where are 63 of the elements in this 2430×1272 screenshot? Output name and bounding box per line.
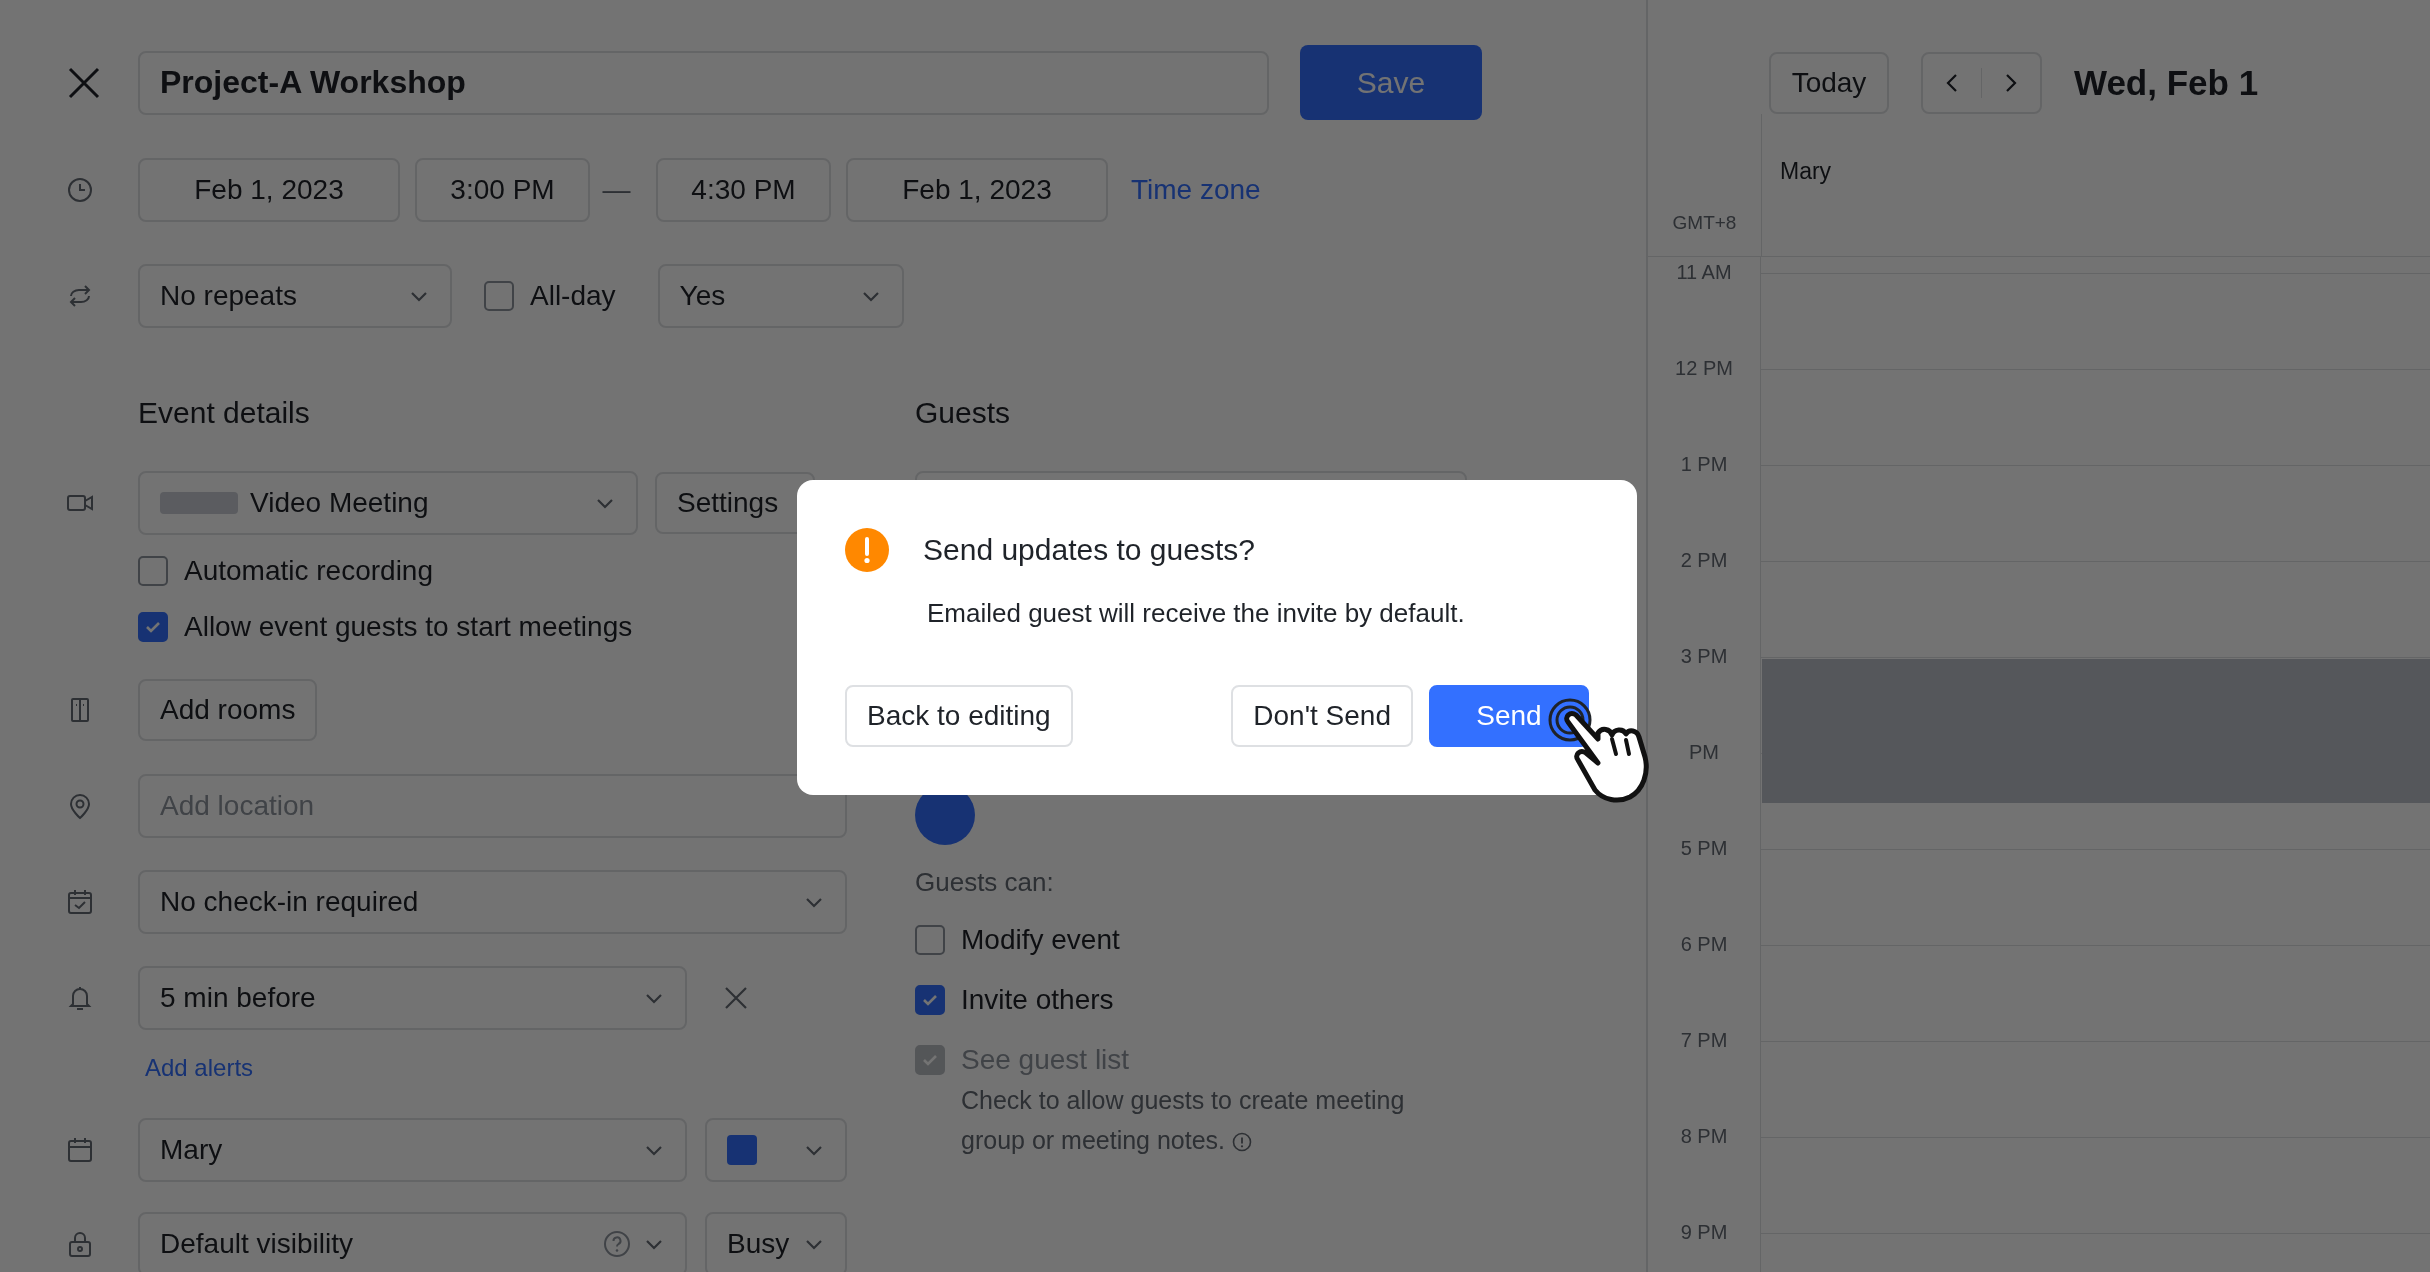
send-button[interactable]: Send [1429,685,1589,747]
add-alerts-link[interactable]: Add alerts [145,1054,254,1082]
help-icon [603,1230,631,1258]
permissions-heading: Guests can: [915,867,1055,898]
hour-label: 3 PM [1680,645,1728,668]
all-day-label: All-day [530,280,616,312]
hour-label: 6 PM [1680,933,1728,956]
start-date-field[interactable]: Feb 1, 2023 [138,158,400,222]
option-label: Allow event guests to start meetings [184,611,633,643]
today-button[interactable]: Today [1769,52,1889,114]
calendar-select[interactable]: Mary [138,1118,687,1182]
checkbox[interactable] [138,556,168,586]
hour-label: 7 PM [1680,1029,1728,1052]
timezone-label: GMT+8 [1672,212,1737,234]
check-in-select[interactable]: No check-in required [138,870,847,934]
checkbox[interactable] [484,281,514,311]
remove-icon[interactable] [723,985,749,1011]
hour-label: 1 PM [1680,453,1728,476]
time-zone-link[interactable]: Time zone [1131,174,1261,206]
hour-label: 9 PM [1680,1221,1728,1244]
dialog-button[interactable]: Back to editing [845,685,1073,747]
visibility-select[interactable]: Default visibility [138,1212,687,1272]
checkbox[interactable] [138,612,168,642]
hour-label: 5 PM [1680,837,1728,860]
dialog-title: Send updates to guests? [923,533,1255,567]
hour-label: 8 PM [1680,1125,1728,1148]
end-date-field[interactable]: Feb 1, 2023 [846,158,1108,222]
hour-label: 2 PM [1680,549,1728,572]
permission-label: Invite others [961,984,1114,1016]
repeat-select[interactable]: No repeats [138,264,452,328]
event-title-field[interactable]: Project-A Workshop [138,50,1269,115]
clock-icon [65,175,95,205]
option-label: Automatic recording [184,555,433,587]
calendar-check-icon [65,887,95,917]
info-icon [1232,1132,1252,1152]
settings-button[interactable]: Settings [655,472,815,534]
permission-note: Check to allow guests to create meeting group or meeting notes. [961,1085,1406,1156]
checkbox[interactable] [915,925,945,955]
hour-label: 12 PM [1675,357,1733,380]
alert-select[interactable]: 5 min before [138,966,687,1030]
section-heading: Guests [915,396,1012,428]
date-title: Wed, Feb 1 [2074,63,2259,103]
color-select[interactable] [705,1118,847,1182]
hour-label: 11 AM [1676,261,1732,284]
column-header: Mary [1780,158,1832,184]
dash-separator: — [601,174,632,206]
checkbox[interactable] [915,985,945,1015]
dialog-button[interactable]: Don't Send [1231,685,1413,747]
color-swatch [727,1135,757,1165]
permission-label: Modify event [961,924,1120,956]
dialog-message: Emailed guest will receive the invite by default. [927,598,1466,629]
section-heading: Event details [138,396,310,428]
start-time-field[interactable]: 3:00 PM [415,158,590,222]
warning-icon [845,528,889,572]
add-rooms-button[interactable]: Add rooms [138,679,318,741]
hour-label: PM [1689,741,1719,764]
end-time-field[interactable]: 4:30 PM [656,158,831,222]
meeting-type-select[interactable]: Video Meeting [138,471,638,535]
calendar-icon [65,1135,95,1165]
save-button[interactable]: Save [1300,45,1482,120]
option-select[interactable]: Yes [657,264,904,328]
close-icon[interactable] [67,65,101,100]
availability-select[interactable]: Busy [705,1212,847,1272]
